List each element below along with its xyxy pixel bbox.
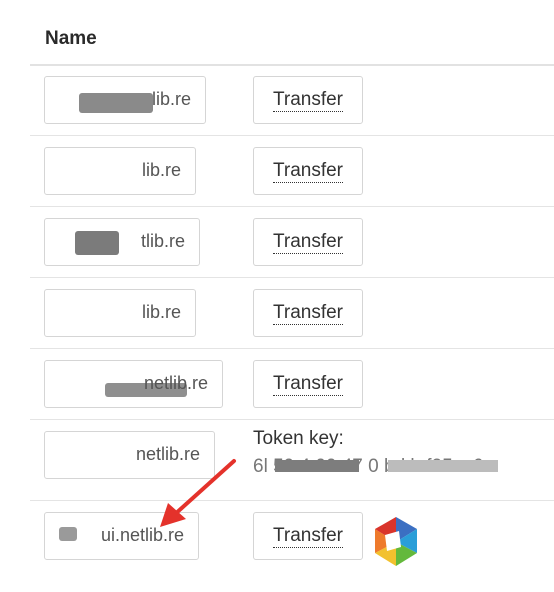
transfer-button[interactable]: Transfer [253,512,363,560]
transfer-button[interactable]: Transfer [253,218,363,266]
table-row: netlib.re Token key: 6l 59 4 00 47 0 bd … [30,420,554,501]
transfer-button[interactable]: Transfer [253,289,363,337]
table-header: Name [30,0,554,66]
domain-name: lib.re [141,160,181,180]
table-row: lib.re Transfer [30,136,554,207]
name-column-header: Name [45,28,97,49]
redaction-blur [59,527,77,541]
redaction-blur [75,231,119,255]
netlib-logo-icon [375,517,417,566]
table-row: lib.re Transfer [30,278,554,349]
domain-name-field[interactable]: tlib.re [44,218,200,266]
domain-name-field[interactable]: lib.re [44,147,196,195]
domain-name: netlib.re [143,373,208,393]
redaction-blur [79,93,153,113]
table-row: netlib.re Transfer [30,349,554,420]
domain-name-field[interactable]: lib.re [44,76,206,124]
domain-name: lib.re [141,302,181,322]
transfer-button[interactable]: Transfer [253,360,363,408]
table-row: tlib.re Transfer [30,207,554,278]
red-arrow-icon [160,459,236,527]
redaction-blur [275,460,359,472]
transfer-button[interactable]: Transfer [253,76,363,124]
domain-name: tlib.re [140,231,185,251]
domain-name: lib.re [151,89,191,109]
domain-name-field[interactable]: netlib.re [44,360,223,408]
table-row: lib.re Transfer [30,65,554,136]
transfer-button[interactable]: Transfer [253,147,363,195]
redaction-blur [388,460,498,472]
token-key-label: Token key: [253,428,344,449]
domain-name-field[interactable]: lib.re [44,289,196,337]
table-row: ui.netlib.re Transfer [30,501,554,571]
